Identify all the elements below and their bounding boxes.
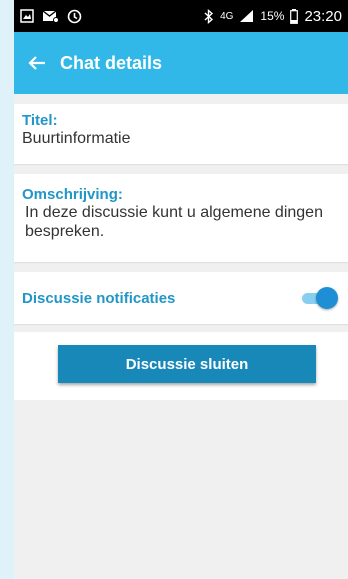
battery-percent: 15% (260, 9, 285, 23)
clock: 23:20 (304, 7, 342, 25)
action-section: Discussie sluiten (14, 332, 348, 400)
title-label: Titel: (22, 112, 58, 129)
signal-icon (239, 9, 254, 23)
phone-screen: 4G 15% 23:20 Chat details Titel: Buurtin… (14, 0, 348, 579)
description-label: Omschrijving: (22, 186, 123, 203)
description-section: Omschrijving: In deze discussie kunt u a… (14, 174, 348, 262)
page-title: Chat details (60, 52, 163, 73)
title-value: Buurtinformatie (22, 130, 131, 147)
close-discussion-button[interactable]: Discussie sluiten (58, 345, 316, 383)
arrow-left-icon (28, 56, 45, 70)
notifications-label: Discussie notificaties (22, 289, 176, 307)
network-type: 4G (220, 10, 234, 22)
system-indicators: 4G 15% 23:20 (204, 8, 342, 25)
title-section: Titel: Buurtinformatie (14, 104, 348, 164)
image-icon (20, 9, 34, 23)
battery-icon (290, 8, 299, 24)
mail-icon (42, 9, 59, 23)
toggle-thumb (316, 287, 338, 309)
back-button[interactable] (22, 48, 52, 78)
bluetooth-icon (204, 8, 214, 24)
notifications-row: Discussie notificaties (14, 272, 348, 324)
background-strip (0, 0, 14, 579)
notifications-toggle[interactable] (300, 286, 338, 310)
status-bar: 4G 15% 23:20 (14, 0, 348, 32)
notification-icons (20, 9, 82, 24)
sync-icon (67, 9, 82, 24)
app-bar: Chat details (14, 32, 348, 94)
description-value: In deze discussie kunt u algemene dingen… (25, 204, 323, 240)
